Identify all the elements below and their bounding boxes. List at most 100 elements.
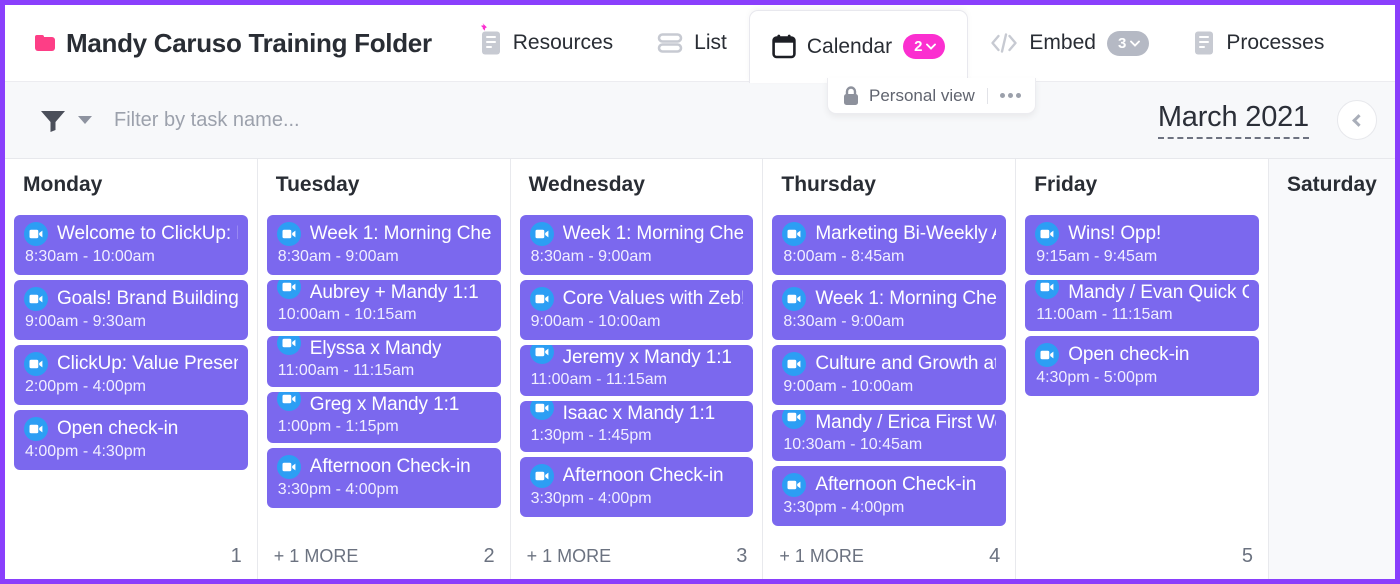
event-title-row: Isaac x Mandy 1:1 [520,403,754,425]
month-label[interactable]: March 2021 [1158,101,1309,139]
tab-processes[interactable]: Processes [1171,5,1346,82]
video-camera-icon [29,229,43,239]
event-title: Core Values with Zeb! [563,288,744,310]
video-camera-icon [29,424,43,434]
calendar-event[interactable]: Afternoon Check-in3:30pm - 4:00pm [520,457,754,517]
video-camera-icon [1040,350,1054,360]
event-title: Mandy / Evan Quick Connect [1068,282,1249,304]
event-time: 8:30am - 10:00am [14,246,248,266]
video-camera-icon [24,352,48,376]
event-title: Afternoon Check-in [563,465,724,487]
calendar-event[interactable]: Jeremy x Mandy 1:111:00am - 11:15am [520,345,754,396]
folder-title: Mandy Caruso Training Folder [5,28,458,59]
code-icon [990,32,1018,54]
event-list: Week 1: Morning Check-in8:30am - 9:00amA… [258,211,510,533]
day-column-friday[interactable]: FridayWins! Opp!9:15am - 9:45amMandy / E… [1016,159,1269,579]
show-more-link[interactable]: + 1 MORE [274,546,359,567]
video-camera-icon [782,222,806,246]
day-column-saturday[interactable]: Saturday [1269,159,1395,579]
personal-view-selector[interactable]: Personal view [827,78,1036,114]
ellipsis-icon[interactable] [1000,93,1021,98]
calendar-event[interactable]: Mandy / Erica First Week Chat10:30am - 1… [772,410,1006,461]
filter-button[interactable] [39,108,92,132]
previous-period-button[interactable] [1337,100,1377,140]
calendar-event[interactable]: Marketing Bi-Weekly All Hands8:00am - 8:… [772,215,1006,275]
day-number[interactable]: 4 [989,545,1000,568]
video-camera-icon [535,229,549,239]
tab-list[interactable]: List [635,5,749,82]
video-camera-icon [530,464,554,488]
day-number[interactable]: 2 [483,545,494,568]
search-input[interactable] [114,109,534,132]
tab-embed[interactable]: Embed 3 [968,5,1171,82]
calendar-event[interactable]: Mandy / Evan Quick Connect11:00am - 11:1… [1025,280,1259,331]
video-camera-icon [535,471,549,481]
video-camera-icon [1035,222,1059,246]
day-column-wednesday[interactable]: WednesdayWeek 1: Morning Check-in8:30am … [511,159,764,579]
calendar-event[interactable]: ClickUp: Value Presentation2:00pm - 4:00… [14,345,248,405]
event-title: Afternoon Check-in [815,474,976,496]
video-camera-icon [1040,282,1054,292]
calendar-event[interactable]: Wins! Opp!9:15am - 9:45am [1025,215,1259,275]
day-number[interactable]: 3 [736,545,747,568]
video-camera-icon [277,222,301,246]
event-list [1269,211,1395,533]
calendar-event[interactable]: Week 1: Morning Check-in8:30am - 9:00am [772,280,1006,340]
calendar-event[interactable]: Welcome to ClickUp: First Day!8:30am - 1… [14,215,248,275]
calendar-event[interactable]: Culture and Growth at ClickUp9:00am - 10… [772,345,1006,405]
event-time: 4:30pm - 5:00pm [1025,367,1259,387]
event-title: Elyssa x Mandy [310,338,442,360]
video-camera-icon [782,410,806,429]
calendar-event[interactable]: Isaac x Mandy 1:11:30pm - 1:45pm [520,401,754,452]
video-camera-icon [535,294,549,304]
calendar-event[interactable]: Afternoon Check-in3:30pm - 4:00pm [267,448,501,508]
tab-resources[interactable]: Resources [458,5,635,82]
day-footer: + 1 MORE 4 [763,533,1015,579]
event-title-row: Afternoon Check-in [772,473,1006,497]
funnel-icon [39,108,67,132]
tab-calendar[interactable]: Calendar 2 [749,10,969,83]
video-camera-icon [277,455,301,479]
day-column-tuesday[interactable]: TuesdayWeek 1: Morning Check-in8:30am - … [258,159,511,579]
status-badge[interactable]: 2 [903,34,945,59]
calendar-event[interactable]: Core Values with Zeb!9:00am - 10:00am [520,280,754,340]
video-camera-icon [29,294,43,304]
video-camera-icon [1035,280,1059,299]
day-number[interactable]: 5 [1242,545,1253,568]
video-camera-icon [535,403,549,413]
personal-view-label: Personal view [869,86,975,106]
event-title-row: Elyssa x Mandy [267,338,501,360]
day-footer: + 1 MORE 3 [511,533,763,579]
calendar-event[interactable]: Goals! Brand Building/ Content9:00am - 9… [14,280,248,340]
show-more-link[interactable]: + 1 MORE [527,546,612,567]
calendar-event[interactable]: Greg x Mandy 1:11:00pm - 1:15pm [267,392,501,443]
calendar-event[interactable]: Afternoon Check-in3:30pm - 4:00pm [772,466,1006,526]
status-badge[interactable]: 3 [1107,31,1149,56]
calendar-event[interactable]: Open check-in4:30pm - 5:00pm [1025,336,1259,396]
video-camera-icon [787,229,801,239]
calendar-event[interactable]: Elyssa x Mandy11:00am - 11:15am [267,336,501,387]
video-camera-icon [530,345,554,364]
calendar-event[interactable]: Week 1: Morning Check-in8:30am - 9:00am [520,215,754,275]
event-title: Welcome to ClickUp: First Day! [57,223,238,245]
event-time: 10:30am - 10:45am [772,434,1006,454]
calendar-event[interactable]: Aubrey + Mandy 1:110:00am - 10:15am [267,280,501,331]
event-title-row: Marketing Bi-Weekly All Hands [772,222,1006,246]
chevron-down-icon [78,116,92,124]
event-title-row: Culture and Growth at ClickUp [772,352,1006,376]
badge-count: 2 [914,38,922,55]
day-number[interactable]: 1 [231,545,242,568]
show-more-link[interactable]: + 1 MORE [779,546,864,567]
event-title-row: Afternoon Check-in [267,455,501,479]
day-column-thursday[interactable]: ThursdayMarketing Bi-Weekly All Hands8:0… [763,159,1016,579]
tab-label: Resources [513,31,613,55]
event-title-row: Week 1: Morning Check-in [267,222,501,246]
event-title: Open check-in [1068,344,1189,366]
day-column-monday[interactable]: MondayWelcome to ClickUp: First Day!8:30… [5,159,258,579]
calendar-event[interactable]: Week 1: Morning Check-in8:30am - 9:00am [267,215,501,275]
video-camera-icon [282,338,296,348]
calendar-event[interactable]: Open check-in4:00pm - 4:30pm [14,410,248,470]
video-camera-icon [282,229,296,239]
video-camera-icon [782,473,806,497]
view-tabs: Resources List Calendar 2 [458,5,1395,82]
